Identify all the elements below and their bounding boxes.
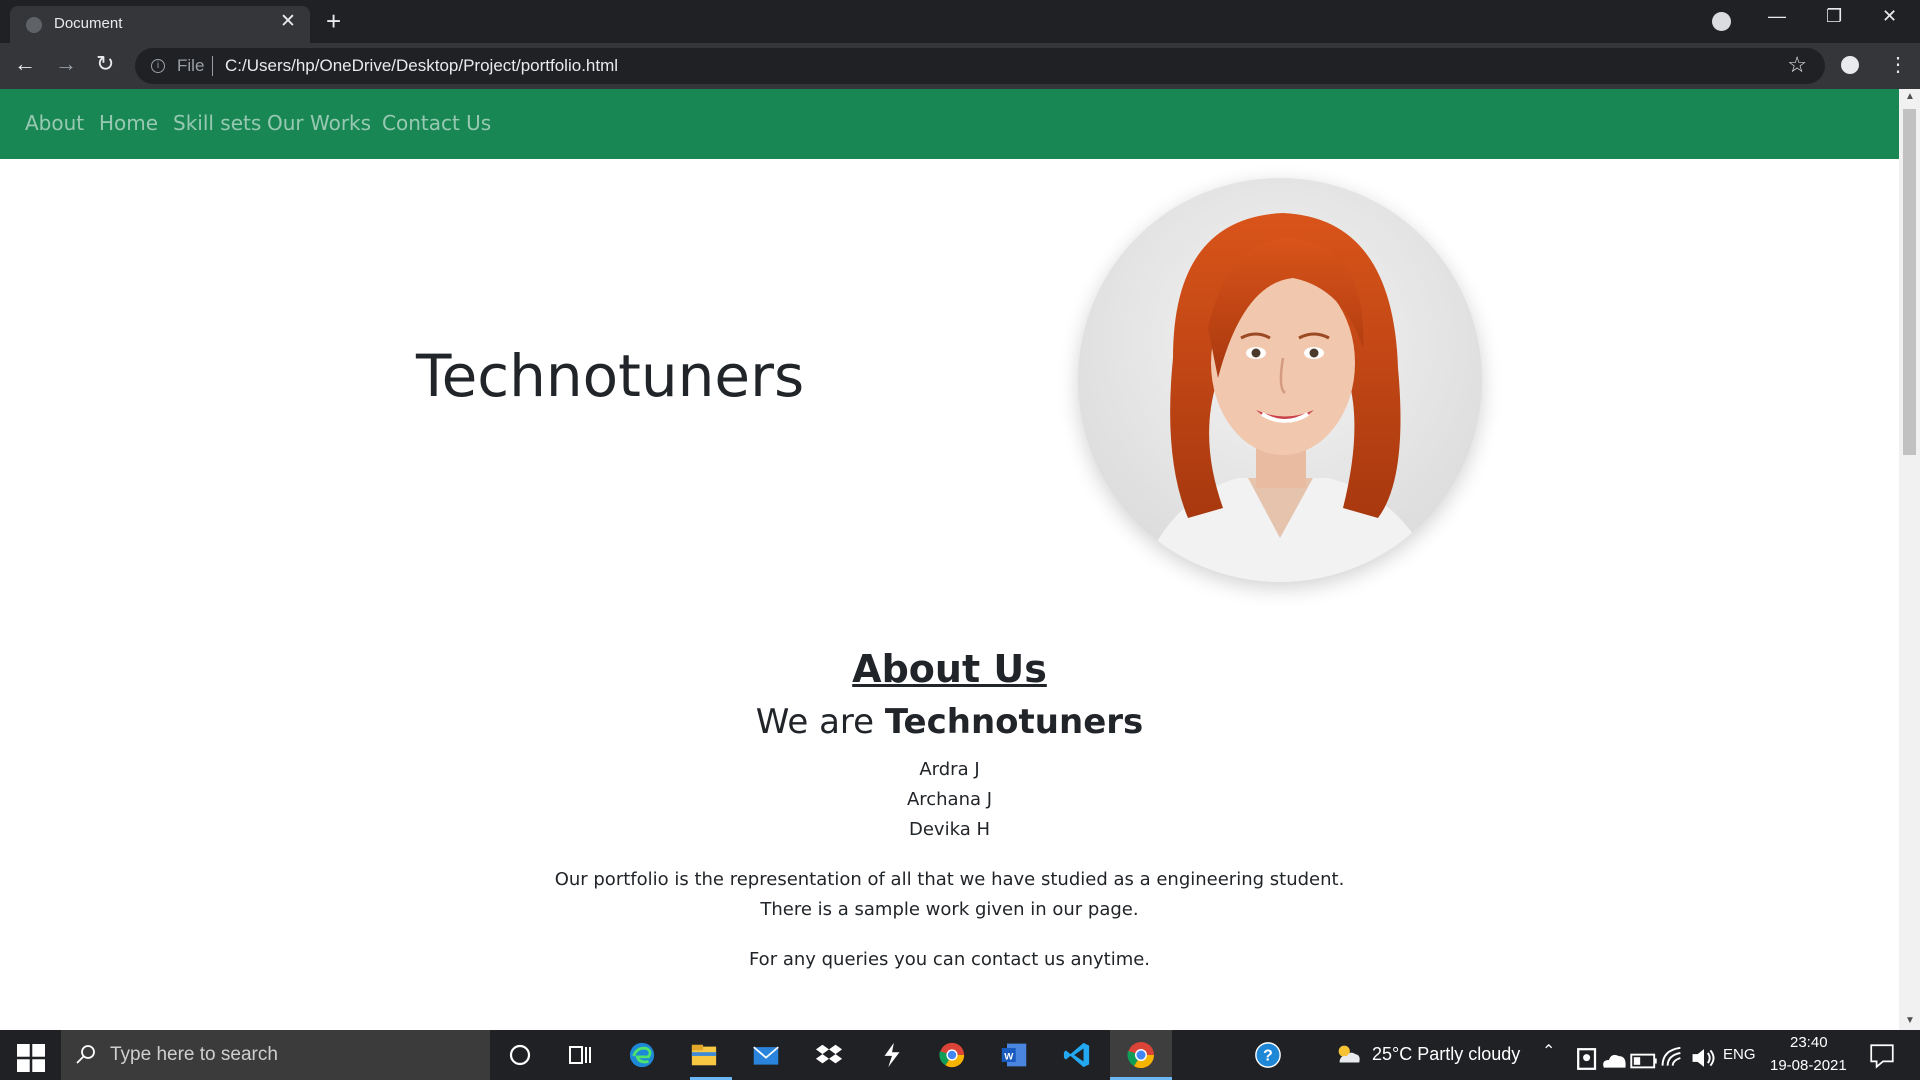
clock-date[interactable]: 19-08-2021: [1770, 1057, 1847, 1074]
new-tab-button[interactable]: +: [326, 6, 341, 36]
browser-toolbar: ← → ↻ i File C:/Users/hp/OneDrive/Deskto…: [0, 43, 1920, 89]
restore-button[interactable]: ❐: [1826, 6, 1842, 27]
browser-menu-icon[interactable]: ⋮: [1888, 52, 1908, 77]
reload-button[interactable]: ↻: [96, 51, 114, 77]
member-name: Archana J: [906, 789, 993, 810]
volume-icon[interactable]: [1690, 1044, 1718, 1072]
site-navbar: About Home Skill sets Our Works Contact …: [0, 89, 1899, 159]
profile-photo: [1078, 178, 1482, 582]
scroll-thumb[interactable]: [1903, 109, 1916, 455]
weather-text[interactable]: 25°C Partly cloudy: [1372, 1044, 1520, 1065]
windows-taskbar: Type here to search W ? 25°C Partly clou…: [0, 1030, 1920, 1080]
show-hidden-icons-chevron-icon[interactable]: ⌃: [1542, 1041, 1555, 1061]
minimize-button[interactable]: —: [1768, 6, 1786, 27]
member-name: Ardra J: [919, 759, 980, 780]
edge-icon[interactable]: [628, 1041, 656, 1069]
windows-start-icon[interactable]: [17, 1044, 45, 1072]
vscode-icon[interactable]: [1063, 1041, 1091, 1069]
we-are-prefix: We are: [755, 702, 885, 742]
dropbox-icon[interactable]: [815, 1041, 843, 1069]
mail-icon[interactable]: [752, 1041, 780, 1069]
onedrive-cloud-icon[interactable]: [1600, 1046, 1628, 1074]
we-are-heading: We are Technotuners: [0, 702, 1899, 742]
address-scheme-label: File: [177, 56, 205, 75]
tab-search-icon[interactable]: [1712, 12, 1731, 31]
bookmark-star-icon[interactable]: ☆: [1787, 52, 1807, 78]
globe-icon: [26, 17, 42, 33]
close-window-button[interactable]: ✕: [1882, 6, 1897, 27]
chrome-icon: [1127, 1042, 1155, 1069]
page-viewport: About Home Skill sets Our Works Contact …: [0, 89, 1899, 1030]
profile-icon[interactable]: [1841, 56, 1859, 74]
we-are-name: Technotuners: [884, 702, 1144, 742]
language-indicator[interactable]: ENG: [1723, 1046, 1756, 1063]
info-icon[interactable]: i: [151, 59, 165, 73]
chrome-icon[interactable]: [938, 1041, 966, 1069]
tab-title: Document: [54, 15, 123, 32]
scroll-up-icon[interactable]: ▲: [1905, 91, 1915, 102]
about-paragraph-line: Our portfolio is the representation of a…: [554, 869, 1345, 890]
wifi-icon[interactable]: [1660, 1044, 1688, 1072]
battery-icon[interactable]: [1630, 1047, 1658, 1075]
member-name: Devika H: [909, 819, 990, 840]
nav-link-contact-us[interactable]: Contact Us: [382, 111, 491, 135]
word-icon[interactable]: W: [1000, 1041, 1028, 1069]
contact-paragraph: For any queries you can contact us anyti…: [748, 949, 1151, 970]
portrait-illustration: [1078, 178, 1482, 582]
weather-partly-cloudy-icon[interactable]: [1334, 1041, 1362, 1069]
forward-button[interactable]: →: [55, 51, 77, 77]
tab-close-icon[interactable]: ✕: [280, 12, 296, 32]
help-icon[interactable]: ?: [1254, 1041, 1282, 1069]
back-button[interactable]: ←: [14, 51, 36, 77]
clock-time[interactable]: 23:40: [1790, 1034, 1828, 1051]
browser-tab-strip: Document ✕ + — ❐ ✕: [0, 0, 1920, 43]
nav-link-home[interactable]: Home: [99, 111, 158, 135]
url-text[interactable]: C:/Users/hp/OneDrive/Desktop/Project/por…: [225, 56, 618, 76]
file-explorer-icon[interactable]: [690, 1041, 718, 1069]
svg-text:?: ?: [1263, 1048, 1273, 1065]
address-divider: [212, 56, 213, 76]
nav-link-about[interactable]: About: [25, 111, 84, 135]
nav-link-skill-sets[interactable]: Skill sets: [173, 111, 261, 135]
about-us-heading: About Us: [852, 647, 1047, 691]
search-icon: [76, 1045, 95, 1064]
address-bar[interactable]: i File C:/Users/hp/OneDrive/Desktop/Proj…: [135, 48, 1825, 84]
app-bolt-icon[interactable]: [878, 1041, 906, 1069]
cortana-icon[interactable]: [506, 1041, 534, 1069]
task-view-icon[interactable]: [566, 1041, 594, 1069]
taskbar-search-box[interactable]: Type here to search: [61, 1030, 490, 1080]
svg-text:W: W: [1004, 1051, 1014, 1062]
hero-title: Technotuners: [416, 342, 805, 410]
notifications-icon[interactable]: [1868, 1042, 1896, 1070]
browser-tab[interactable]: Document ✕: [10, 6, 310, 43]
meet-now-icon[interactable]: [1574, 1045, 1602, 1073]
vertical-scrollbar[interactable]: ▲ ▼: [1899, 89, 1920, 1030]
about-paragraph-line: There is a sample work given in our page…: [760, 899, 1139, 920]
search-placeholder: Type here to search: [110, 1044, 278, 1065]
scroll-down-icon[interactable]: ▼: [1905, 1015, 1915, 1026]
active-chrome-taskbar-item[interactable]: [1110, 1030, 1172, 1080]
nav-link-our-works[interactable]: Our Works: [267, 111, 371, 135]
